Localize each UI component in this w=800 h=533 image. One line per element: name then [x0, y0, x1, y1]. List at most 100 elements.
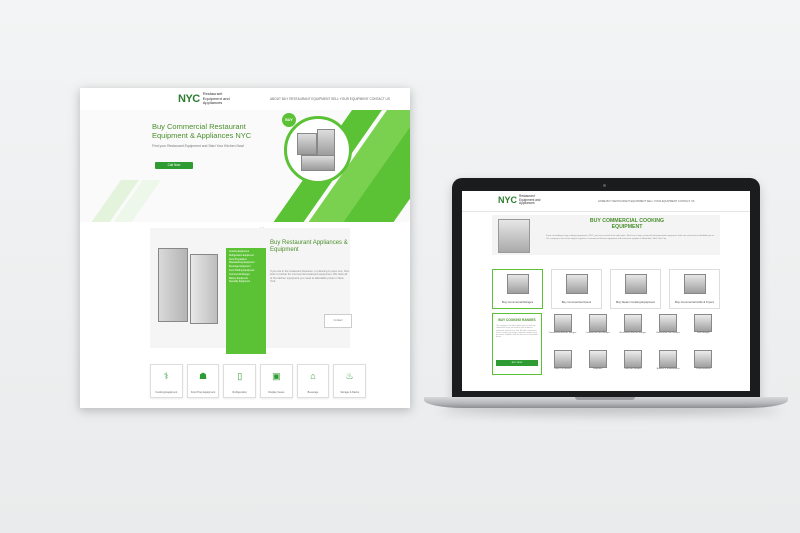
icon-card-label: Display Cases: [268, 391, 285, 394]
product-label: Hotplates: [593, 368, 603, 370]
product-item[interactable]: Hotplates: [581, 349, 614, 383]
product-item[interactable]: Wok Ranges: [687, 313, 720, 347]
product-label: Commercial Gas Ranges: [585, 332, 610, 334]
fryer-image: [317, 129, 335, 157]
category-card[interactable]: Buy Steam Cooking Equipment: [610, 269, 661, 309]
fridge-icon: ▯: [237, 371, 243, 381]
card-image: [624, 274, 647, 294]
category-card[interactable]: Buy Commercial Ranges: [492, 269, 543, 309]
screen-logo-text: Restaurant Equipment and Appliances: [519, 194, 541, 206]
sink-icon: ⌂: [310, 371, 316, 381]
product-image: [659, 350, 678, 368]
icon-card-label: Storage & Racks: [340, 391, 360, 394]
product-image: [659, 314, 678, 332]
buy-now-button[interactable]: BUY NOW: [496, 360, 538, 366]
product-label: Commercial Electric Ranges: [548, 332, 577, 334]
card-label: Buy Commercial Grills & Fryers: [674, 299, 714, 304]
poster-logo-mark: NYC: [178, 92, 200, 105]
poster-call-button[interactable]: Call Now: [155, 162, 193, 169]
poster-category-list: Cooking Equipment Refrigeration Equipmen…: [226, 248, 266, 354]
screen-hero-text: If you are looking to buy cooking equipm…: [546, 235, 715, 240]
fridge-steel-image: [190, 254, 218, 324]
product-item[interactable]: Restaurant Electric Ranges: [616, 313, 649, 347]
card-label: Buy Steam Cooking Equipment: [616, 299, 655, 304]
poster-section-title: Buy Restaurant Appliances & Equipment: [270, 240, 348, 253]
product-label: Restaurant Gas Ranges: [656, 332, 680, 334]
cart-icon: ♨: [345, 371, 354, 381]
product-item[interactable]: Cheesemelters: [687, 349, 720, 383]
product-label: Induction Ranges: [624, 368, 642, 370]
screen-range-section: BUY COOKING RANGES Our company is the pl…: [492, 313, 720, 385]
category-card[interactable]: Buy Commercial Ovens: [551, 269, 602, 309]
poster-nav: NYC Restaurant Equipment and Appliances …: [80, 88, 410, 110]
product-label: Wok Ranges: [697, 332, 710, 334]
range-image: [301, 155, 335, 171]
range-product-grid: Commercial Electric Ranges Commercial Ga…: [546, 313, 720, 383]
product-image: [694, 350, 713, 368]
prep-icon: ☗: [198, 371, 208, 381]
product-item[interactable]: Stock Pot Stoves: [546, 349, 579, 383]
screen-hero-image: [498, 219, 530, 253]
display-icon: ▣: [272, 371, 281, 381]
screen-category-cards: Buy Commercial Ranges Buy Commercial Ove…: [492, 269, 720, 309]
screen-hero-title: BUY COMMERCIAL COOKING EQUIPMENT: [589, 218, 665, 230]
card-image: [683, 274, 706, 294]
product-image: [588, 350, 607, 368]
icon-card[interactable]: ▣ Display Cases: [260, 364, 293, 398]
oven-image: [297, 133, 317, 155]
product-image: [553, 350, 572, 368]
screen-nav: NYC Restaurant Equipment and Appliances …: [462, 191, 750, 212]
icon-card[interactable]: ⌂ Beverage: [296, 364, 330, 398]
icon-card[interactable]: ♨ Storage & Racks: [333, 364, 367, 398]
camera-icon: [603, 184, 606, 187]
category-card[interactable]: Buy Commercial Grills & Fryers: [669, 269, 720, 309]
poster-hero: Buy Commercial Restaurant Equipment & Ap…: [80, 110, 410, 222]
product-image: [588, 314, 607, 332]
product-image: [623, 314, 642, 332]
mockup-scene: NYC Restaurant Equipment and Appliances …: [0, 0, 800, 533]
screen-logo-mark: NYC: [498, 195, 518, 206]
poster-contact-button[interactable]: Contact: [324, 314, 352, 328]
product-label: Broilers & Salamanders: [656, 368, 680, 370]
product-label: Cheesemelters: [696, 368, 711, 370]
list-item[interactable]: Specialty Equipment: [229, 281, 263, 285]
poster-section-text: If you are in the restaurant business, o…: [270, 270, 350, 283]
icon-card-label: Refrigeration: [232, 391, 247, 394]
product-label: Stock Pot Stoves: [554, 368, 571, 370]
card-label: Buy Commercial Ranges: [502, 299, 533, 304]
icon-card[interactable]: ▯ Refrigeration: [223, 364, 257, 398]
icon-card[interactable]: ☗ Food Prep Equipment: [186, 364, 220, 398]
poster-icon-row: ⚕ Cooking Equipment ☗ Food Prep Equipmen…: [150, 364, 367, 398]
product-item[interactable]: Induction Ranges: [616, 349, 649, 383]
poster-hero-subtitle: Find your Restaurant Equipment and Start…: [152, 144, 245, 148]
product-label: Restaurant Electric Ranges: [619, 332, 647, 334]
fridge-glass-image: [158, 248, 188, 322]
icon-card[interactable]: ⚕ Cooking Equipment: [150, 364, 183, 398]
product-item[interactable]: Broilers & Salamanders: [652, 349, 685, 383]
poster-buy-badge: BUY: [282, 113, 296, 127]
card-image: [565, 274, 588, 294]
icon-card-label: Beverage: [307, 391, 319, 394]
card-image: [506, 274, 529, 294]
icon-card-label: Food Prep Equipment: [190, 391, 216, 394]
laptop-notch: [575, 397, 635, 400]
range-title: BUY COOKING RANGES: [498, 318, 536, 322]
product-item[interactable]: Commercial Electric Ranges: [546, 313, 579, 347]
product-item[interactable]: Restaurant Gas Ranges: [652, 313, 685, 347]
laptop-screen: NYC Restaurant Equipment and Appliances …: [462, 191, 750, 391]
poster-print: NYC Restaurant Equipment and Appliances …: [80, 88, 410, 408]
icon-card-label: Cooking Equipment: [155, 391, 178, 394]
poster-hero-title: Buy Commercial Restaurant Equipment & Ap…: [152, 122, 252, 140]
poster-logo[interactable]: NYC Restaurant Equipment and Appliances: [178, 91, 233, 106]
chef-icon: ⚕: [163, 371, 169, 381]
poster-page: NYC Restaurant Equipment and Appliances …: [80, 88, 410, 408]
screen-logo[interactable]: NYC Restaurant Equipment and Appliances: [498, 194, 545, 206]
screen-menu[interactable]: HOME BUY RESTAURANT EQUIPMENT SELL YOUR …: [598, 200, 695, 203]
poster-menu[interactable]: ABOUT BUY RESTAURANT EQUIPMENT SELL YOUR…: [270, 97, 390, 101]
card-label: Buy Commercial Ovens: [561, 299, 592, 304]
poster-hero-image: [284, 116, 352, 184]
range-info-box: BUY COOKING RANGES Our company is the pl…: [492, 313, 542, 375]
product-item[interactable]: Commercial Gas Ranges: [581, 313, 614, 347]
product-image: [623, 350, 642, 368]
product-image: [694, 314, 713, 332]
